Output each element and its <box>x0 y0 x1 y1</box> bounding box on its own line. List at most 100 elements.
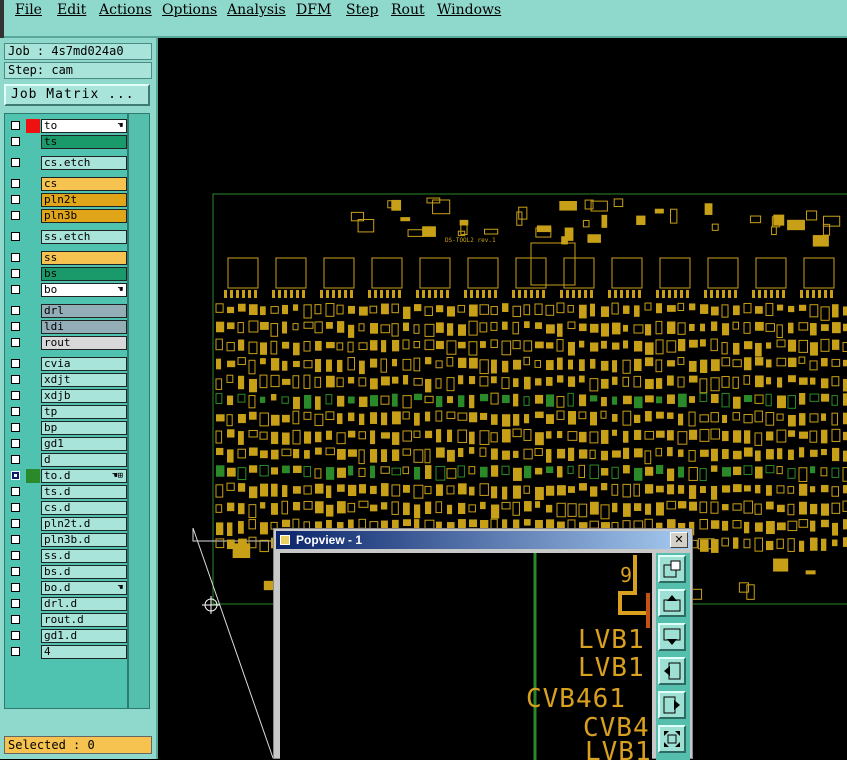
layer-row-17[interactable]: bp <box>7 421 127 435</box>
menu-analysis[interactable]: Analysis <box>227 2 286 18</box>
layer-name[interactable]: xdjt <box>41 373 127 387</box>
layer-name[interactable]: drl <box>41 304 127 318</box>
layer-name[interactable]: rout.d <box>41 613 127 627</box>
layer-row-7[interactable]: ss <box>7 251 127 265</box>
layer-checkbox[interactable] <box>11 503 20 512</box>
layer-checkbox[interactable] <box>11 253 20 262</box>
layer-checkbox[interactable] <box>11 137 20 146</box>
layer-name[interactable]: cs.d <box>41 501 127 515</box>
layer-checkbox[interactable] <box>11 285 20 294</box>
layer-row-23[interactable]: pln2t.d <box>7 517 127 531</box>
graphics-canvas[interactable]: DS-TOOL2 rev.1 Popview - 1 ✕ 9 LVB1 LVB1… <box>158 38 847 760</box>
layer-name[interactable]: ldi <box>41 320 127 334</box>
pan-down-button[interactable] <box>658 623 686 651</box>
layer-name[interactable]: ss <box>41 251 127 265</box>
pan-up-button[interactable] <box>658 589 686 617</box>
menu-rout[interactable]: Rout <box>391 2 425 18</box>
layer-row-31[interactable]: 4 <box>7 645 127 659</box>
pan-left-button[interactable] <box>658 657 686 685</box>
layer-row-14[interactable]: xdjt <box>7 373 127 387</box>
layer-checkbox[interactable] <box>11 158 20 167</box>
layer-name[interactable]: xdjb <box>41 389 127 403</box>
layer-checkbox[interactable] <box>11 211 20 220</box>
layer-name[interactable]: gd1 <box>41 437 127 451</box>
menu-windows[interactable]: Windows <box>437 2 501 18</box>
layer-list-scrollbar[interactable] <box>128 113 150 709</box>
menu-step[interactable]: Step <box>346 2 378 18</box>
layer-checkbox[interactable] <box>11 439 20 448</box>
layer-checkbox[interactable] <box>11 375 20 384</box>
layer-name[interactable]: 4 <box>41 645 127 659</box>
popview-window[interactable]: Popview - 1 ✕ 9 LVB1 LVB1 CVB461 CVB4 LV… <box>273 528 693 760</box>
layer-name[interactable]: bs.d <box>41 565 127 579</box>
layer-color-swatch[interactable] <box>26 469 40 483</box>
layer-name[interactable]: to <box>41 119 127 133</box>
layer-checkbox[interactable] <box>11 306 20 315</box>
layer-name[interactable]: ss.etch <box>41 230 127 244</box>
layer-name[interactable]: pln3b.d <box>41 533 127 547</box>
close-button[interactable]: ✕ <box>670 532 688 548</box>
layer-row-4[interactable]: pln2t <box>7 193 127 207</box>
layer-name[interactable]: ts.d <box>41 485 127 499</box>
layer-checkbox[interactable] <box>11 338 20 347</box>
layer-name[interactable]: cs.etch <box>41 156 127 170</box>
layer-row-9[interactable]: bo ☚ <box>7 283 127 297</box>
layer-row-29[interactable]: rout.d <box>7 613 127 627</box>
layer-row-15[interactable]: xdjb <box>7 389 127 403</box>
menu-file[interactable]: File <box>15 2 42 18</box>
layer-row-12[interactable]: rout <box>7 336 127 350</box>
pan-right-button[interactable] <box>658 691 686 719</box>
popview-canvas[interactable]: 9 LVB1 LVB1 CVB461 CVB4 LVB1 <box>280 553 652 760</box>
layer-name[interactable]: tp <box>41 405 127 419</box>
zoom-fit-button[interactable] <box>658 555 686 583</box>
layer-checkbox[interactable] <box>11 407 20 416</box>
layer-checkbox[interactable] <box>11 551 20 560</box>
layer-checkbox[interactable] <box>11 471 20 480</box>
layer-row-26[interactable]: bs.d <box>7 565 127 579</box>
layer-checkbox[interactable] <box>11 359 20 368</box>
layer-row-27[interactable]: bo.d ☚ <box>7 581 127 595</box>
layer-name[interactable]: rout <box>41 336 127 350</box>
layer-checkbox[interactable] <box>11 631 20 640</box>
layer-name[interactable]: cvia <box>41 357 127 371</box>
layer-row-20[interactable]: to.d ☚⊞ <box>7 469 127 483</box>
layer-row-0[interactable]: to ☚ <box>7 119 127 133</box>
layer-row-1[interactable]: ts <box>7 135 127 149</box>
layer-row-5[interactable]: pln3b <box>7 209 127 223</box>
layer-name[interactable]: gd1.d <box>41 629 127 643</box>
layer-row-28[interactable]: drl.d <box>7 597 127 611</box>
menu-actions[interactable]: Actions <box>99 2 152 18</box>
layer-row-21[interactable]: ts.d <box>7 485 127 499</box>
layer-checkbox[interactable] <box>11 195 20 204</box>
layer-row-2[interactable]: cs.etch <box>7 156 127 170</box>
layer-row-19[interactable]: d <box>7 453 127 467</box>
layer-checkbox[interactable] <box>11 647 20 656</box>
layer-row-30[interactable]: gd1.d <box>7 629 127 643</box>
layer-row-22[interactable]: cs.d <box>7 501 127 515</box>
layer-row-18[interactable]: gd1 <box>7 437 127 451</box>
layer-name[interactable]: pln3b <box>41 209 127 223</box>
layer-row-3[interactable]: cs <box>7 177 127 191</box>
layer-name[interactable]: bo <box>41 283 127 297</box>
layer-checkbox[interactable] <box>11 391 20 400</box>
layer-checkbox[interactable] <box>11 423 20 432</box>
layer-checkbox[interactable] <box>11 535 20 544</box>
layer-name[interactable]: cs <box>41 177 127 191</box>
layer-checkbox[interactable] <box>11 322 20 331</box>
layer-checkbox[interactable] <box>11 455 20 464</box>
layer-checkbox[interactable] <box>11 599 20 608</box>
layer-checkbox[interactable] <box>11 583 20 592</box>
layer-name[interactable]: drl.d <box>41 597 127 611</box>
layer-checkbox[interactable] <box>11 519 20 528</box>
layer-row-25[interactable]: ss.d <box>7 549 127 563</box>
layer-checkbox[interactable] <box>11 269 20 278</box>
layer-name[interactable]: ss.d <box>41 549 127 563</box>
layer-name[interactable]: bp <box>41 421 127 435</box>
layer-color-swatch[interactable] <box>26 119 40 133</box>
layer-name[interactable]: bs <box>41 267 127 281</box>
layer-name[interactable]: bo.d <box>41 581 127 595</box>
layer-checkbox[interactable] <box>11 615 20 624</box>
layer-checkbox[interactable] <box>11 232 20 241</box>
layer-checkbox[interactable] <box>11 179 20 188</box>
layer-name[interactable]: ts <box>41 135 127 149</box>
